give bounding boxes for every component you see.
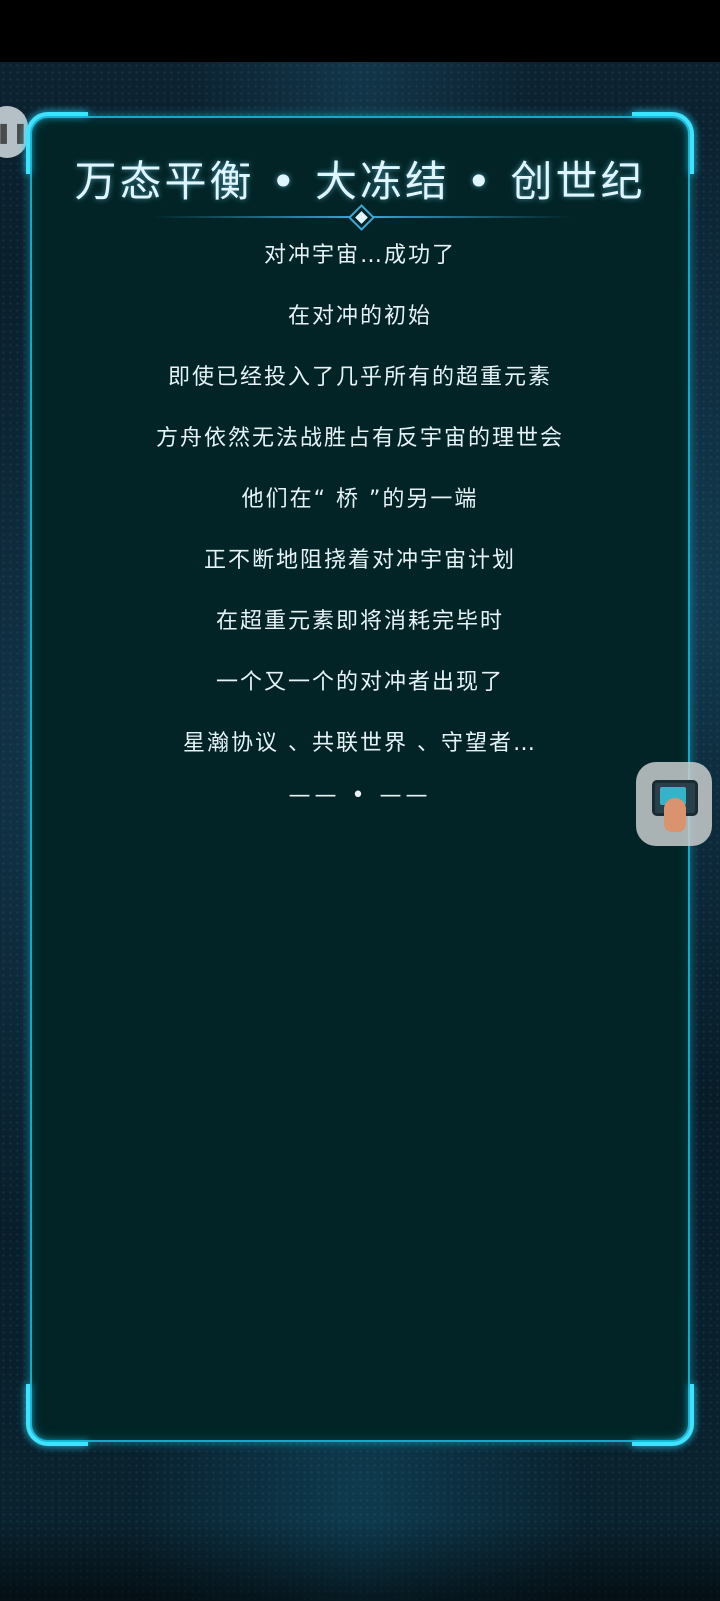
story-line: 星瀚协议 、共联世界 、守望者…: [183, 731, 537, 756]
frame-corner-bottom-left: [26, 1384, 88, 1446]
story-line: 在对冲的初始: [287, 304, 432, 329]
story-text: 对冲宇宙…成功了 在对冲的初始 即使已经投入了几乎所有的超重元素 方舟依然无法战…: [32, 238, 688, 808]
left-handle-glyph: ❚❚: [0, 120, 29, 144]
story-title: 万态平衡 • 大冻结 • 创世纪: [74, 157, 646, 206]
story-line: 方舟依然无法战胜占有反宇宙的理世会: [155, 426, 564, 451]
floating-touch-button[interactable]: [636, 762, 712, 846]
end-mark: —— • ——: [288, 783, 432, 808]
hand-tap-icon: [664, 798, 686, 832]
divider-diamond-icon: [350, 207, 372, 227]
story-line: 他们在“ 桥 ”的另一端: [241, 487, 479, 512]
story-line: 即使已经投入了几乎所有的超重元素: [167, 365, 552, 390]
story-line: 一个又一个的对冲者出现了: [215, 670, 504, 695]
story-panel: 万态平衡 • 大冻结 • 创世纪 对冲宇宙…成功了 在对冲的初始 即使已经投入了…: [26, 112, 694, 1446]
frame-corner-bottom-right: [632, 1384, 694, 1446]
story-line: 对冲宇宙…成功了: [263, 243, 456, 268]
bottom-nav-area: [0, 1520, 720, 1601]
story-line: 正不断地阻挠着对冲宇宙计划: [203, 548, 516, 573]
status-bar: [0, 0, 720, 62]
story-line: 在超重元素即将消耗完毕时: [215, 609, 504, 634]
